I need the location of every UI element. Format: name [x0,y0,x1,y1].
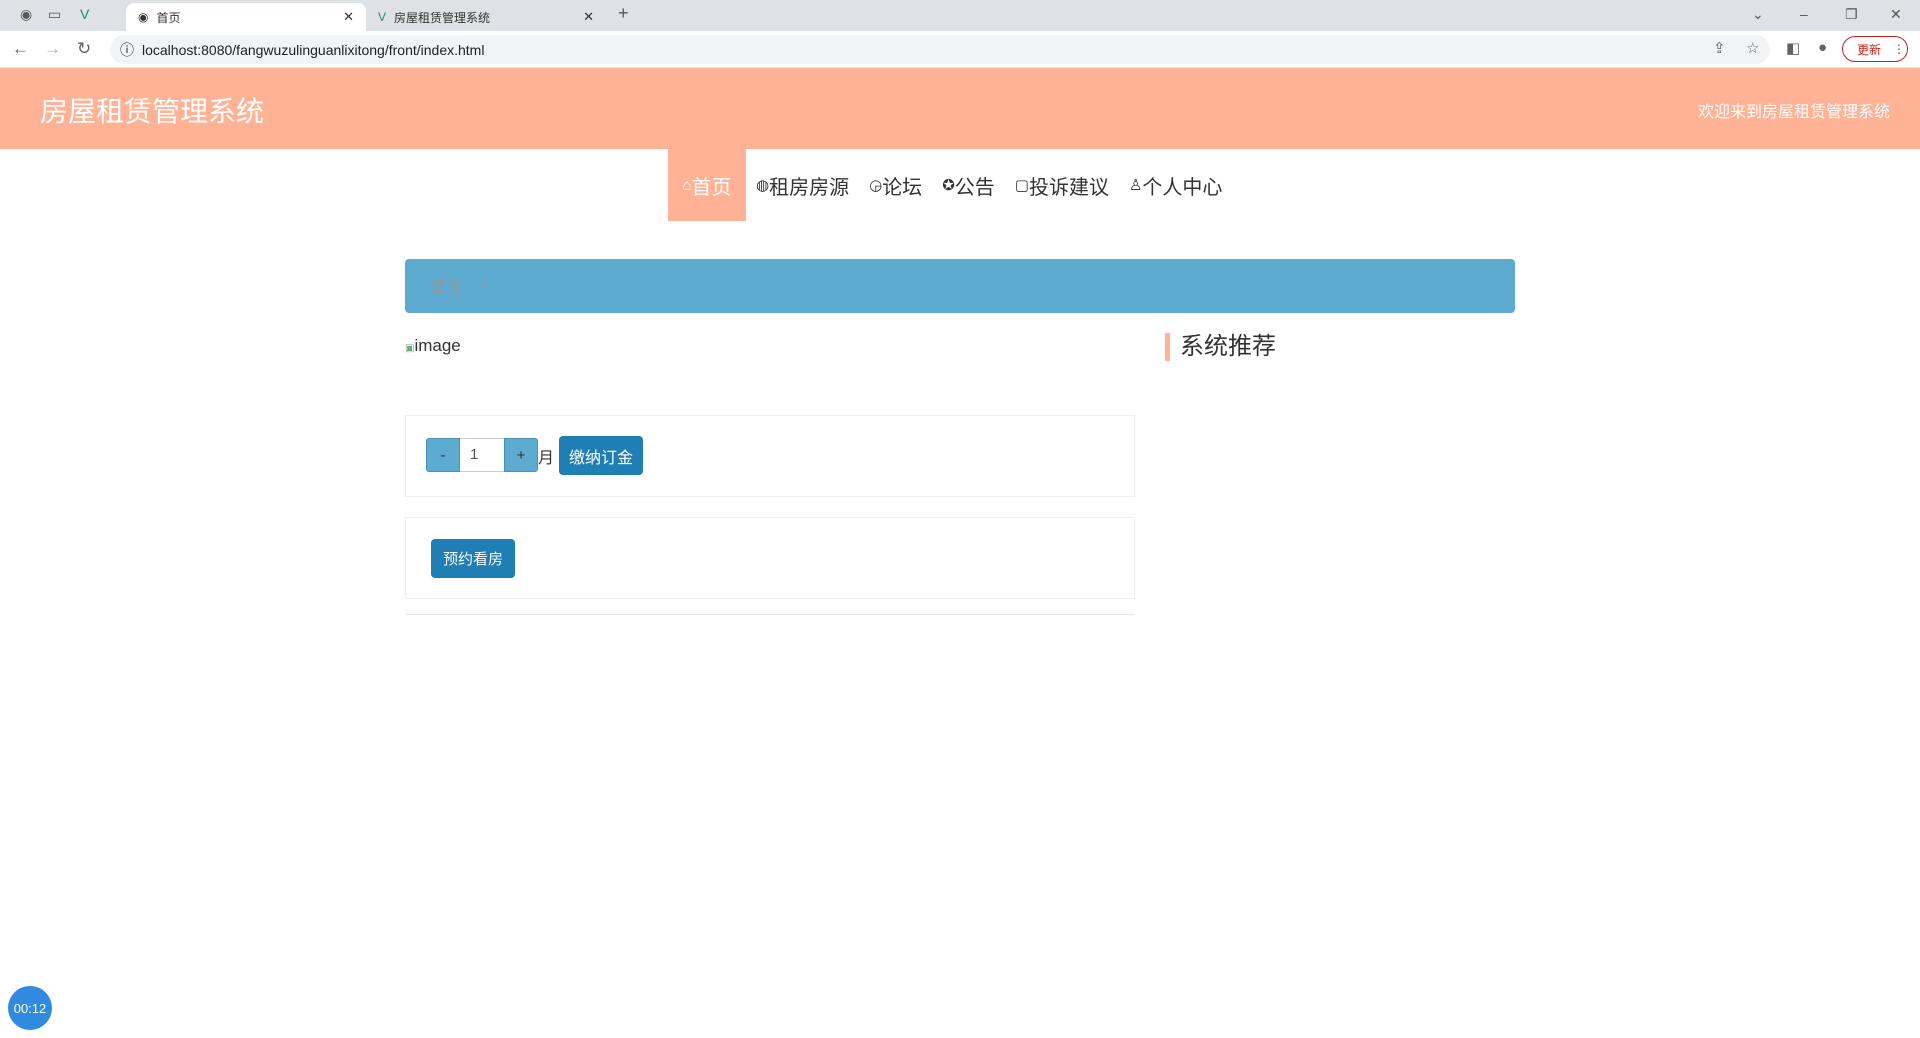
minimize-icon[interactable]: – [1800,6,1808,22]
recommend-title: 系统推荐 [1165,333,1276,361]
star-icon[interactable]: ☆ [1746,39,1759,57]
reload-icon[interactable]: ↻ [77,39,91,59]
nav-home[interactable]: ⌂ 首页 [668,149,746,221]
decrement-button[interactable]: - [426,438,460,472]
vue-icon: V [378,10,387,24]
nav-forum[interactable]: ◶ 论坛 [859,149,932,221]
months-input[interactable]: 1 [460,438,504,472]
update-button[interactable]: 更新 ⋮ [1842,36,1908,62]
side-panel-icon[interactable]: ◧ [1786,39,1800,57]
divider [405,614,1135,615]
menu-icon: ⋮ [1893,42,1906,56]
share-icon[interactable]: ⇪ [1713,39,1726,57]
image-alt-text: image [414,336,461,355]
nav-profile[interactable]: ♙ 个人中心 [1119,149,1232,221]
browser-tab-bar: ◉ ▭ V ◉ 首页 ✕ V 房屋租赁管理系统 ✕ + ⌄ – ❐ ✕ [0,0,1920,31]
new-tab-icon[interactable]: + [618,3,629,24]
nav-label: 公告 [954,176,995,199]
close-tab-icon[interactable]: ✕ [583,9,594,25]
site-title: 房屋租赁管理系统 [40,96,265,127]
house-image: ▣image [405,336,461,356]
dashboard-icon: ◶ [869,177,883,194]
blank-tab-icon[interactable]: ▭ [48,6,61,23]
vue-icon[interactable]: V [80,6,89,22]
back-icon[interactable]: ← [12,39,29,59]
main-nav: ⌂ 首页 ◍ 租房房源 ◶ 论坛 ✪ 公告 ▢ 投诉建议 ♙ 个人中心 [668,149,1232,221]
breadcrumb-home[interactable]: 首页 [430,274,462,298]
nav-label: 租房房源 [769,176,850,199]
palette-icon: ✪ [942,177,955,194]
url-input[interactable]: ⓘ localhost:8080/fangwuzulinguanlixitong… [110,35,1770,64]
welcome-text: 欢迎来到房屋租赁管理系统 [1697,104,1890,121]
note-icon: ▢ [1014,177,1029,194]
pay-deposit-button[interactable]: 缴纳订金 [559,436,643,475]
nav-label: 投诉建议 [1028,176,1109,199]
tab-label: 房屋租赁管理系统 [394,10,491,25]
nav-complaints[interactable]: ▢ 投诉建议 [1005,149,1119,221]
tab-home[interactable]: ◉ 首页 ✕ [126,3,366,31]
nav-label: 个人中心 [1142,176,1223,199]
globe-icon: ◉ [138,10,149,24]
nav-label: 论坛 [882,176,923,199]
globe-icon: ◍ [756,177,770,194]
nav-listings[interactable]: ◍ 租房房源 [746,149,859,221]
url-text: localhost:8080/fangwuzulinguanlixitong/f… [142,41,485,58]
forward-icon[interactable]: → [44,39,61,59]
close-tab-icon[interactable]: ✕ [343,9,354,25]
nav-notice[interactable]: ✪ 公告 [932,149,1005,221]
breadcrumb-separator: / [482,277,487,294]
site-header: 房屋租赁管理系统 欢迎来到房屋租赁管理系统 [0,68,1920,149]
update-label: 更新 [1857,42,1882,57]
globe-icon[interactable]: ◉ [20,6,32,23]
info-icon: ⓘ [120,41,134,58]
home-icon: ⌂ [682,176,692,194]
user-icon: ♙ [1128,177,1143,194]
address-bar-row: ← → ↻ ⓘ localhost:8080/fangwuzulinguanli… [0,31,1920,68]
book-viewing-button[interactable]: 预约看房 [431,539,515,578]
profile-icon[interactable]: ● [1818,39,1827,56]
month-unit: 月 [538,450,555,467]
nav-label: 首页 [691,176,732,199]
restore-icon[interactable]: ❐ [1845,6,1858,23]
tab-search-icon[interactable]: ⌄ [1752,6,1764,23]
tab-label: 首页 [156,10,181,25]
increment-button[interactable]: + [504,438,538,472]
recording-timer[interactable]: 00:12 [8,986,52,1030]
tab-system[interactable]: V 房屋租赁管理系统 ✕ [366,3,606,31]
breadcrumb: 首页 / [405,259,1515,313]
close-window-icon[interactable]: ✕ [1890,6,1902,23]
